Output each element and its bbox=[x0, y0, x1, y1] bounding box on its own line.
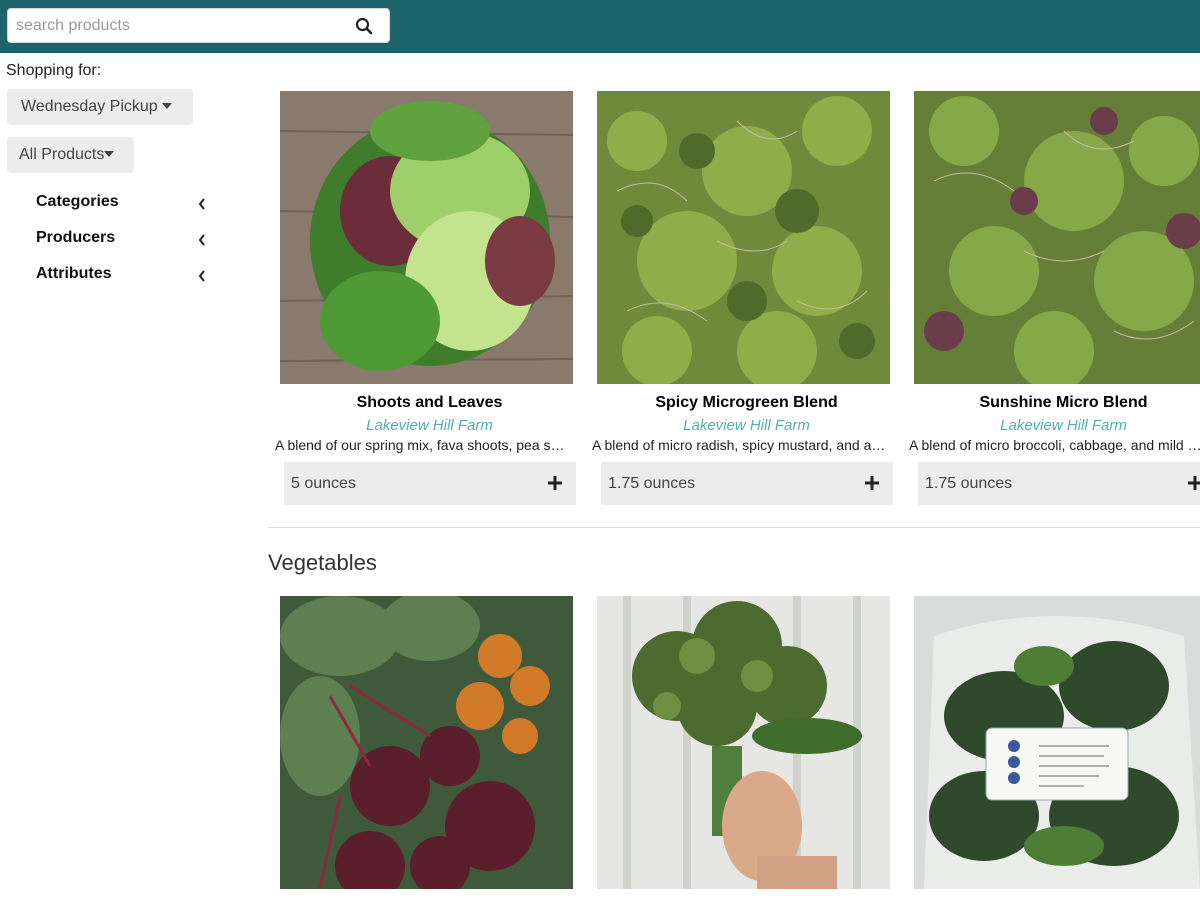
filter-categories[interactable]: Categories bbox=[36, 193, 206, 217]
quantity-label: 1.75 ounces bbox=[608, 475, 696, 492]
products-dropdown[interactable]: All Products bbox=[7, 137, 134, 173]
product-image-microgreens[interactable] bbox=[914, 91, 1200, 384]
products-dropdown-label: All Products bbox=[19, 146, 105, 163]
add-to-cart-button[interactable]: 5 ounces bbox=[284, 462, 576, 505]
pickup-dropdown-label: Wednesday Pickup bbox=[21, 98, 158, 115]
product-image-microgreens[interactable] bbox=[597, 91, 890, 384]
caret-down-icon bbox=[161, 102, 172, 109]
producer-link[interactable]: Lakeview Hill Farm bbox=[268, 417, 591, 434]
section-title-vegetables: Vegetables bbox=[268, 550, 377, 575]
product-name[interactable]: Shoots and Leaves bbox=[268, 394, 591, 412]
add-to-cart-button[interactable]: 1.75 ounces bbox=[918, 462, 1200, 505]
search-input[interactable] bbox=[16, 9, 346, 42]
product-image-beets[interactable] bbox=[280, 596, 573, 889]
product-description: A blend of micro radish, spicy mustard, … bbox=[592, 437, 887, 453]
chevron-left-icon bbox=[198, 198, 205, 210]
quantity-label: 1.75 ounces bbox=[925, 475, 1013, 492]
product-name[interactable]: Spicy Microgreen Blend bbox=[585, 394, 908, 412]
filter-label: Attributes bbox=[36, 265, 112, 282]
chevron-left-icon bbox=[198, 234, 205, 246]
filter-label: Categories bbox=[36, 193, 119, 210]
producer-link[interactable]: Lakeview Hill Farm bbox=[585, 417, 908, 434]
product-name[interactable]: Sunshine Micro Blend bbox=[902, 394, 1200, 412]
chevron-left-icon bbox=[198, 270, 205, 282]
section-divider bbox=[268, 527, 1200, 528]
add-to-cart-button[interactable]: 1.75 ounces bbox=[601, 462, 893, 505]
product-image-baby-bok-choi-bag[interactable] bbox=[914, 596, 1200, 889]
product-image-broccolini[interactable] bbox=[597, 596, 890, 889]
product-image-salad-greens[interactable] bbox=[280, 91, 573, 384]
producer-link[interactable]: Lakeview Hill Farm bbox=[902, 417, 1200, 434]
filter-attributes[interactable]: Attributes bbox=[36, 265, 206, 289]
filter-label: Producers bbox=[36, 229, 116, 246]
caret-down-icon bbox=[104, 150, 115, 157]
filter-producers[interactable]: Producers bbox=[36, 229, 206, 253]
plus-icon bbox=[865, 476, 879, 490]
search-icon[interactable] bbox=[355, 17, 373, 35]
search-box[interactable] bbox=[7, 8, 390, 43]
product-description: A blend of micro broccoli, cabbage, and … bbox=[909, 437, 1200, 453]
pickup-dropdown[interactable]: Wednesday Pickup bbox=[7, 89, 193, 125]
shopping-for-label: Shopping for: bbox=[6, 62, 102, 79]
plus-icon bbox=[1188, 476, 1200, 490]
product-description: A blend of our spring mix, fava shoots, … bbox=[275, 437, 570, 453]
plus-icon bbox=[548, 476, 562, 490]
top-bar bbox=[0, 0, 1200, 53]
quantity-label: 5 ounces bbox=[291, 475, 356, 492]
